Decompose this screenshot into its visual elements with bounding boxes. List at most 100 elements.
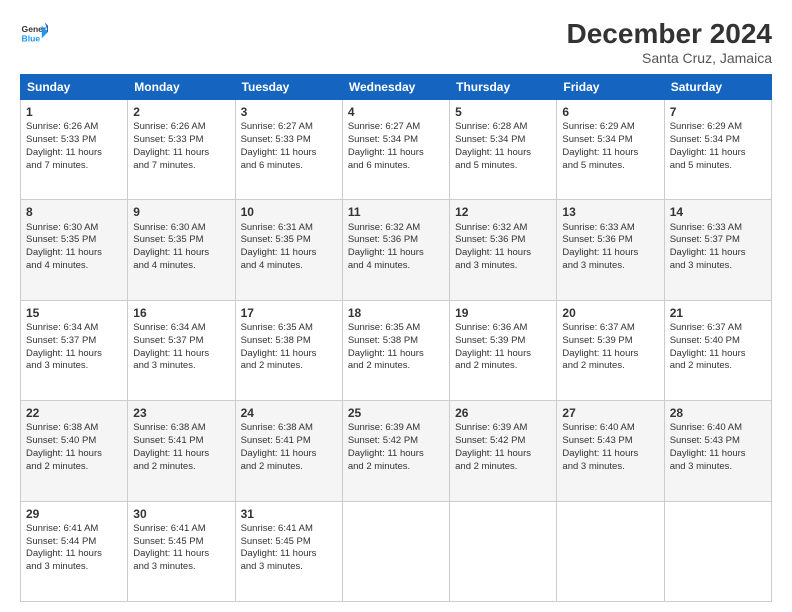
calendar-day-cell: 12Sunrise: 6:32 AMSunset: 5:36 PMDayligh… — [450, 200, 557, 300]
calendar-day-cell: 28Sunrise: 6:40 AMSunset: 5:43 PMDayligh… — [664, 401, 771, 501]
day-number: 20 — [562, 305, 658, 321]
calendar-week-row: 15Sunrise: 6:34 AMSunset: 5:37 PMDayligh… — [21, 300, 772, 400]
day-info-line: Sunset: 5:45 PM — [133, 536, 229, 549]
calendar-day-cell: 23Sunrise: 6:38 AMSunset: 5:41 PMDayligh… — [128, 401, 235, 501]
calendar-day-cell: 7Sunrise: 6:29 AMSunset: 5:34 PMDaylight… — [664, 100, 771, 200]
day-info-line: and 6 minutes. — [348, 160, 444, 173]
calendar-week-row: 8Sunrise: 6:30 AMSunset: 5:35 PMDaylight… — [21, 200, 772, 300]
day-number: 28 — [670, 405, 766, 421]
day-info-line: Sunrise: 6:27 AM — [241, 121, 337, 134]
day-number: 12 — [455, 204, 551, 220]
day-info-line: Sunrise: 6:26 AM — [26, 121, 122, 134]
calendar-day-cell: 21Sunrise: 6:37 AMSunset: 5:40 PMDayligh… — [664, 300, 771, 400]
calendar-week-row: 29Sunrise: 6:41 AMSunset: 5:44 PMDayligh… — [21, 501, 772, 601]
day-info-line: Sunset: 5:43 PM — [670, 435, 766, 448]
day-info-line: Daylight: 11 hours — [455, 448, 551, 461]
day-info-line: Sunrise: 6:38 AM — [133, 422, 229, 435]
day-info-line: Sunset: 5:42 PM — [455, 435, 551, 448]
day-info-line: Sunrise: 6:39 AM — [348, 422, 444, 435]
day-number: 16 — [133, 305, 229, 321]
calendar-table: SundayMondayTuesdayWednesdayThursdayFrid… — [20, 74, 772, 602]
day-number: 8 — [26, 204, 122, 220]
day-info-line: Daylight: 11 hours — [241, 548, 337, 561]
day-info-line: and 2 minutes. — [348, 360, 444, 373]
day-info-line: Sunset: 5:37 PM — [133, 335, 229, 348]
day-info-line: and 7 minutes. — [26, 160, 122, 173]
day-info-line: Daylight: 11 hours — [133, 247, 229, 260]
day-number: 21 — [670, 305, 766, 321]
day-info-line: and 3 minutes. — [133, 360, 229, 373]
day-info-line: Sunrise: 6:34 AM — [133, 322, 229, 335]
calendar-day-cell: 17Sunrise: 6:35 AMSunset: 5:38 PMDayligh… — [235, 300, 342, 400]
day-info-line: Sunrise: 6:33 AM — [670, 222, 766, 235]
day-info-line: and 3 minutes. — [670, 260, 766, 273]
calendar-day-cell: 10Sunrise: 6:31 AMSunset: 5:35 PMDayligh… — [235, 200, 342, 300]
calendar-day-cell: 2Sunrise: 6:26 AMSunset: 5:33 PMDaylight… — [128, 100, 235, 200]
day-number: 6 — [562, 104, 658, 120]
day-info-line: Sunrise: 6:37 AM — [670, 322, 766, 335]
day-info-line: Sunset: 5:34 PM — [348, 134, 444, 147]
calendar-day-cell: 24Sunrise: 6:38 AMSunset: 5:41 PMDayligh… — [235, 401, 342, 501]
day-number: 26 — [455, 405, 551, 421]
calendar-header-row: SundayMondayTuesdayWednesdayThursdayFrid… — [21, 75, 772, 100]
day-info-line: Sunrise: 6:30 AM — [26, 222, 122, 235]
calendar-day-cell: 19Sunrise: 6:36 AMSunset: 5:39 PMDayligh… — [450, 300, 557, 400]
calendar-day-cell: 5Sunrise: 6:28 AMSunset: 5:34 PMDaylight… — [450, 100, 557, 200]
main-title: December 2024 — [567, 18, 772, 50]
day-info-line: Daylight: 11 hours — [670, 448, 766, 461]
day-info-line: Sunset: 5:42 PM — [348, 435, 444, 448]
day-info-line: and 3 minutes. — [670, 461, 766, 474]
day-info-line: Sunset: 5:37 PM — [670, 234, 766, 247]
day-info-line: Sunrise: 6:38 AM — [26, 422, 122, 435]
day-info-line: and 4 minutes. — [241, 260, 337, 273]
day-info-line: Daylight: 11 hours — [562, 448, 658, 461]
calendar-day-cell: 15Sunrise: 6:34 AMSunset: 5:37 PMDayligh… — [21, 300, 128, 400]
calendar-day-cell: 31Sunrise: 6:41 AMSunset: 5:45 PMDayligh… — [235, 501, 342, 601]
day-info-line: Daylight: 11 hours — [670, 247, 766, 260]
day-info-line: Sunset: 5:36 PM — [348, 234, 444, 247]
day-info-line: Sunset: 5:40 PM — [26, 435, 122, 448]
subtitle: Santa Cruz, Jamaica — [567, 50, 772, 66]
calendar-day-cell: 4Sunrise: 6:27 AMSunset: 5:34 PMDaylight… — [342, 100, 449, 200]
day-info-line: Sunrise: 6:40 AM — [562, 422, 658, 435]
day-info-line: Daylight: 11 hours — [133, 548, 229, 561]
calendar-week-row: 22Sunrise: 6:38 AMSunset: 5:40 PMDayligh… — [21, 401, 772, 501]
calendar-day-cell: 30Sunrise: 6:41 AMSunset: 5:45 PMDayligh… — [128, 501, 235, 601]
day-info-line: and 4 minutes. — [133, 260, 229, 273]
day-info-line: Sunrise: 6:36 AM — [455, 322, 551, 335]
calendar-day-cell: 11Sunrise: 6:32 AMSunset: 5:36 PMDayligh… — [342, 200, 449, 300]
calendar-day-cell — [557, 501, 664, 601]
calendar-day-cell: 6Sunrise: 6:29 AMSunset: 5:34 PMDaylight… — [557, 100, 664, 200]
day-number: 3 — [241, 104, 337, 120]
day-info-line: and 2 minutes. — [455, 461, 551, 474]
calendar-day-cell: 22Sunrise: 6:38 AMSunset: 5:40 PMDayligh… — [21, 401, 128, 501]
calendar-day-cell: 26Sunrise: 6:39 AMSunset: 5:42 PMDayligh… — [450, 401, 557, 501]
day-info-line: Sunset: 5:35 PM — [26, 234, 122, 247]
calendar-week-row: 1Sunrise: 6:26 AMSunset: 5:33 PMDaylight… — [21, 100, 772, 200]
day-info-line: and 2 minutes. — [670, 360, 766, 373]
day-info-line: and 3 minutes. — [133, 561, 229, 574]
calendar-day-cell: 16Sunrise: 6:34 AMSunset: 5:37 PMDayligh… — [128, 300, 235, 400]
calendar-day-cell: 25Sunrise: 6:39 AMSunset: 5:42 PMDayligh… — [342, 401, 449, 501]
day-number: 25 — [348, 405, 444, 421]
day-info-line: and 6 minutes. — [241, 160, 337, 173]
day-info-line: Sunset: 5:39 PM — [455, 335, 551, 348]
calendar-day-cell: 1Sunrise: 6:26 AMSunset: 5:33 PMDaylight… — [21, 100, 128, 200]
day-info-line: Daylight: 11 hours — [133, 348, 229, 361]
day-info-line: Sunrise: 6:32 AM — [348, 222, 444, 235]
day-info-line: Daylight: 11 hours — [348, 147, 444, 160]
day-info-line: Sunrise: 6:29 AM — [670, 121, 766, 134]
day-number: 4 — [348, 104, 444, 120]
day-number: 31 — [241, 506, 337, 522]
day-info-line: Sunset: 5:36 PM — [455, 234, 551, 247]
calendar-header-cell: Monday — [128, 75, 235, 100]
day-info-line: Sunset: 5:45 PM — [241, 536, 337, 549]
day-info-line: Sunset: 5:33 PM — [241, 134, 337, 147]
day-info-line: Sunset: 5:38 PM — [241, 335, 337, 348]
day-info-line: Sunset: 5:36 PM — [562, 234, 658, 247]
day-info-line: Sunset: 5:44 PM — [26, 536, 122, 549]
day-info-line: Sunrise: 6:37 AM — [562, 322, 658, 335]
day-info-line: Daylight: 11 hours — [26, 247, 122, 260]
day-info-line: Daylight: 11 hours — [348, 247, 444, 260]
day-info-line: Daylight: 11 hours — [562, 247, 658, 260]
